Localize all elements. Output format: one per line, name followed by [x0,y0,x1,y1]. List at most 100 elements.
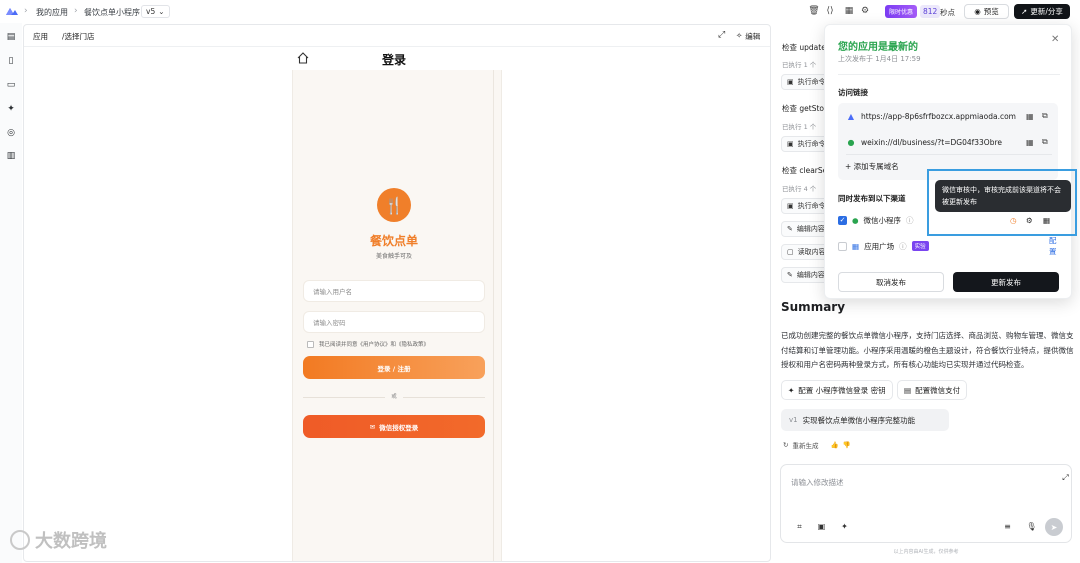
send-button[interactable]: ➤ [1045,518,1063,536]
exec-chip-label: 执行命令 [797,78,826,86]
web-link-row: ▲ https://app-8p6sfrfbozcx.appmiaoda.com… [846,106,1052,126]
image-icon[interactable]: ▣ [815,520,828,533]
weixin-link-row: ● weixin://dl/business/?t=DG04f33Obre ▦ … [846,132,1052,152]
seconds-unit: 秒点 [940,8,955,17]
brand-name: 餐饮点单 [369,234,418,248]
wechat-icon: ✉ [369,422,376,431]
configure-link[interactable]: 配置 [1049,235,1060,257]
exec-chip-label: 执行命令 [797,202,826,210]
agreement-text[interactable]: 我已阅读并同意《用户协议》和《隐私政策》 [319,340,429,348]
miaoda-logo-icon[interactable] [5,6,19,16]
expand-icon[interactable]: ⤢ [1059,471,1072,484]
expand-icon[interactable]: ⤢ [718,30,725,40]
plugin-icon[interactable]: ✦ [838,520,851,533]
qrcode-icon[interactable]: ▦ [1026,138,1034,147]
copy-icon[interactable]: ⧉ [1042,111,1048,121]
divider [846,154,1052,155]
miaoda-logo-icon: ▲ [847,111,855,121]
version-value: v5 [146,7,156,16]
check-title: 检查 getStor [782,104,828,113]
terminal-icon: ▣ [787,78,794,86]
update-publish-button[interactable]: 更新发布 [953,272,1059,292]
plugin-icon: ✦ [788,385,795,395]
list-icon[interactable]: ≡ [1001,520,1014,533]
storage-icon[interactable]: ▭ [5,79,17,91]
database-icon[interactable]: ▤ [5,31,17,43]
file-icon: ▢ [787,248,794,256]
configure-wechat-pay-button[interactable]: ▤ 配置微信支付 [897,380,968,400]
breadcrumb-my-apps[interactable]: 我的应用 [36,7,68,18]
top-bar: › 我的应用 › 餐饮点单小程序 v5 ⌄ 🗑 ⟨⟩ ▦ ⚙ 限时优惠 812 … [0,0,1080,23]
chart-icon[interactable]: ▥ [5,150,17,162]
qrcode-icon[interactable]: ▦ [1026,112,1034,121]
settings-icon[interactable]: ⚙ [859,5,871,17]
username-input[interactable]: 请输入用户名 [303,280,485,302]
popover-title: 您的应用是最新的 [838,42,918,53]
exec-meta[interactable]: 已执行 4 个 [782,183,816,193]
thumbs-up-icon[interactable]: 👍 [830,441,838,449]
agreement-checkbox[interactable] [307,340,314,348]
password-input[interactable]: 请输入密码 [303,311,485,333]
version-select[interactable]: v5 ⌄ [141,5,170,18]
tab-app[interactable]: 应用 [33,31,48,42]
version-tag: v1 [789,416,798,424]
preview-frame: 应用 /选择门店 ⤢ ✧ 编辑 登录 🍴 餐饮点单 美食触手可及 请输入用户名 … [23,24,771,562]
edit-chip-label: 编辑内容 [796,225,825,233]
watermark-text: 大数跨境 [35,531,107,552]
exec-meta[interactable]: 已执行 1 个 [782,121,816,131]
configure-wechat-login-button[interactable]: ✦ 配置 小程序微信登录 密钥 [781,380,893,400]
route-path[interactable]: /选择门店 [62,31,95,42]
seconds-count: 812 [920,5,941,18]
document-icon[interactable]: ▯ [5,55,17,67]
data-icon[interactable]: ◎ [5,127,17,139]
wallet-icon: ▤ [904,385,912,395]
channels-label: 同时发布到以下渠道 [838,194,906,203]
microphone-icon[interactable]: 🎙 [1025,520,1038,533]
wechat-miniprogram-icon: ● [847,137,855,147]
version-label: 实现餐饮点单微信小程序完整功能 [802,415,916,425]
chat-input-box[interactable]: 请输入修改描述 ⤢ ⌗ ▣ ✦ ≡ 🎙 ➤ [780,464,1072,543]
agreement-row: 我已阅读并同意《用户协议》和《隐私政策》 [307,340,429,348]
summary-text: 已成功创建完整的餐饮点单微信小程序，支持门店选择、商品浏览、购物车管理、微信支付… [781,331,1074,369]
web-link[interactable]: https://app-8p6sfrfbozcx.appmiaoda.com [861,112,1016,121]
breadcrumb-app-name[interactable]: 餐饮点单小程序 [84,7,140,18]
trash-icon[interactable]: 🗑 [808,5,820,17]
weixin-link[interactable]: weixin://dl/business/?t=DG04f33Obre [861,138,1002,147]
refresh-icon[interactable]: ↻ [783,441,788,449]
plugin-icon[interactable]: ✦ [5,103,17,115]
thumbs-down-icon[interactable]: 👎 [843,441,851,449]
code-icon[interactable]: ⟨⟩ [824,5,836,17]
update-share-button[interactable]: ➚ 更新/分享 [1014,4,1070,19]
home-icon[interactable] [296,51,310,65]
preview-button[interactable]: ◉ 预览 [964,4,1009,19]
app-square-checkbox[interactable] [838,241,847,251]
login-button[interactable]: 登录 / 注册 [303,356,485,379]
wechat-channel-checkbox[interactable]: ✓ [838,215,847,225]
exec-meta[interactable]: 已执行 1 个 [782,59,816,69]
regenerate-button[interactable]: 重新生成 [792,440,818,450]
update-share-label: 更新/分享 [1030,7,1063,16]
add-custom-domain-button[interactable]: + 添加专属域名 [845,161,899,172]
edit-chip-label: 编辑内容 [796,271,825,279]
info-icon[interactable]: ⓘ [899,241,907,252]
read-chip-label: 读取内容 [797,248,826,256]
close-icon[interactable]: ✕ [1051,34,1059,45]
wechat-login-button[interactable]: ✉ 微信授权登录 [303,415,485,438]
grid-app-icon: ▦ [852,241,860,251]
cancel-publish-button[interactable]: 取消发布 [838,272,944,292]
regen-row: ↻ 重新生成 👍 👎 [783,440,851,450]
channel-name: 微信小程序 [863,215,902,225]
info-icon[interactable]: ⓘ [906,215,914,226]
promo-badge[interactable]: 限时优惠 [885,5,918,18]
version-card[interactable]: v1 实现餐饮点单微信小程序完整功能 [781,409,949,431]
magic-edit-icon: ✧ [736,31,743,40]
copy-icon[interactable]: ⧉ [1042,137,1048,147]
scrollbar[interactable] [493,70,494,561]
watermark-logo-icon [10,530,30,550]
edit-button[interactable]: ✧ 编辑 [736,31,760,42]
preview-icon: ◉ [974,7,981,16]
crop-icon[interactable]: ⌗ [793,520,806,533]
channel-name: 应用广场 [864,241,895,251]
chevron-down-icon: ⌄ [158,7,165,16]
layout-icon[interactable]: ▦ [843,5,855,17]
